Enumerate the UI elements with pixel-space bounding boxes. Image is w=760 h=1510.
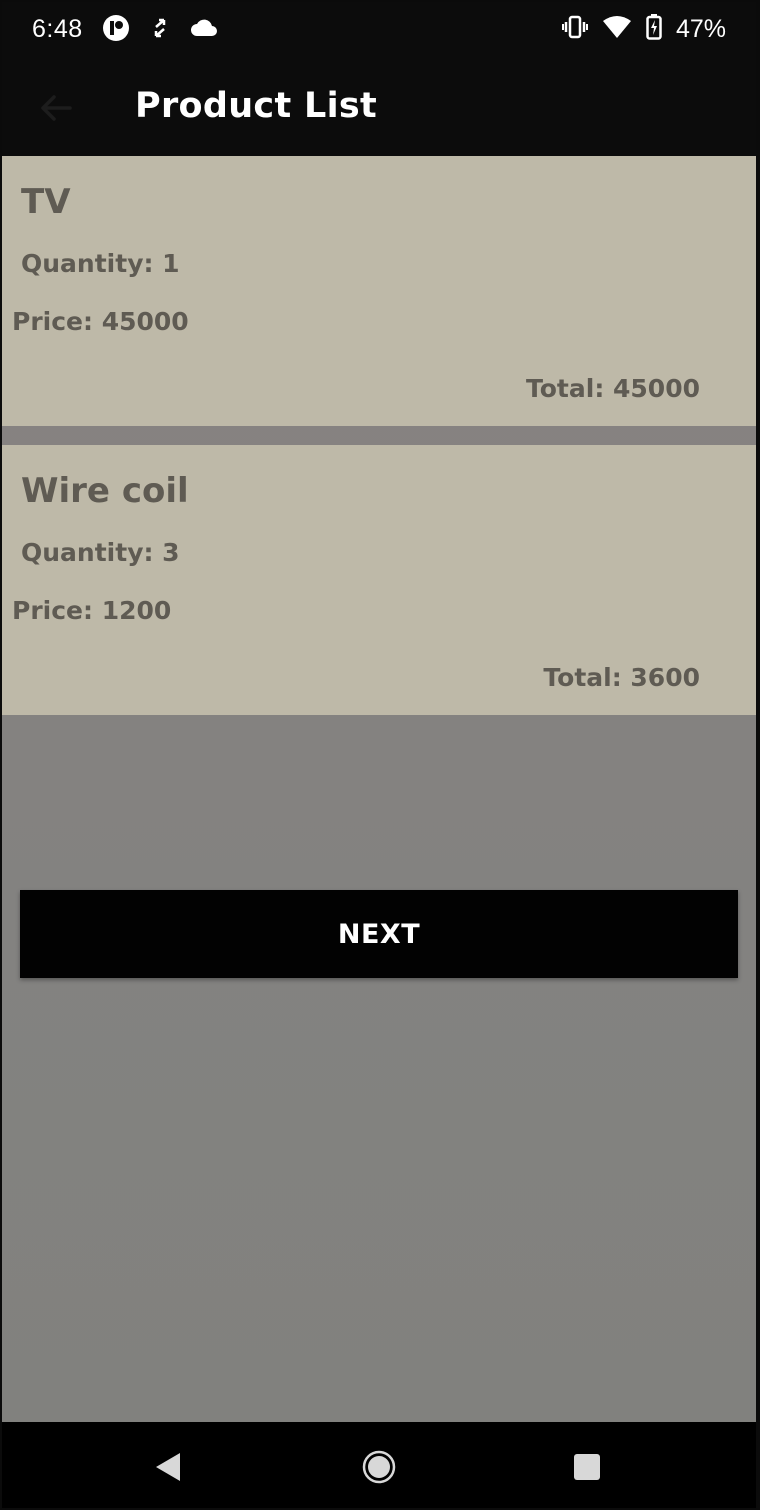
product-card[interactable]: Wire coil Quantity: 3 Price: 1200 Total:… (2, 445, 756, 715)
battery-percent: 47% (675, 15, 726, 43)
status-bar: 6:48 47% (2, 2, 756, 60)
system-nav-bar (2, 1422, 756, 1508)
product-quantity: Quantity: 3 (21, 538, 180, 567)
nav-home-icon[interactable] (360, 1448, 398, 1486)
product-quantity: Quantity: 1 (21, 249, 180, 278)
product-total: Total: 3600 (543, 663, 700, 692)
product-price: Price: 1200 (12, 596, 172, 625)
device-screen: 6:48 47% Product List TV Quantity: 1 Pri… (2, 2, 756, 1508)
status-time: 6:48 (32, 15, 83, 43)
cast-app-icon (102, 14, 130, 47)
battery-charging-icon (646, 14, 662, 45)
cloud-icon (190, 18, 218, 43)
wifi-icon (602, 15, 632, 44)
nav-back-icon[interactable] (152, 1450, 186, 1484)
product-card[interactable]: TV Quantity: 1 Price: 45000 Total: 45000 (2, 156, 756, 426)
next-button[interactable]: NEXT (20, 890, 738, 978)
page-title: Product List (135, 86, 378, 126)
vibrate-icon (561, 15, 588, 44)
app-bar: Product List (2, 60, 756, 156)
arrow-left-icon[interactable] (36, 88, 76, 128)
product-total: Total: 45000 (526, 374, 700, 403)
product-list: TV Quantity: 1 Price: 45000 Total: 45000… (2, 156, 756, 1422)
product-price: Price: 45000 (12, 307, 189, 336)
nav-recents-icon[interactable] (572, 1452, 602, 1482)
sync-arrows-icon (152, 17, 168, 44)
status-icons-left (102, 14, 218, 47)
product-name: Wire coil (21, 471, 189, 511)
status-icons-right: 47% (561, 14, 726, 45)
product-name: TV (21, 182, 71, 222)
